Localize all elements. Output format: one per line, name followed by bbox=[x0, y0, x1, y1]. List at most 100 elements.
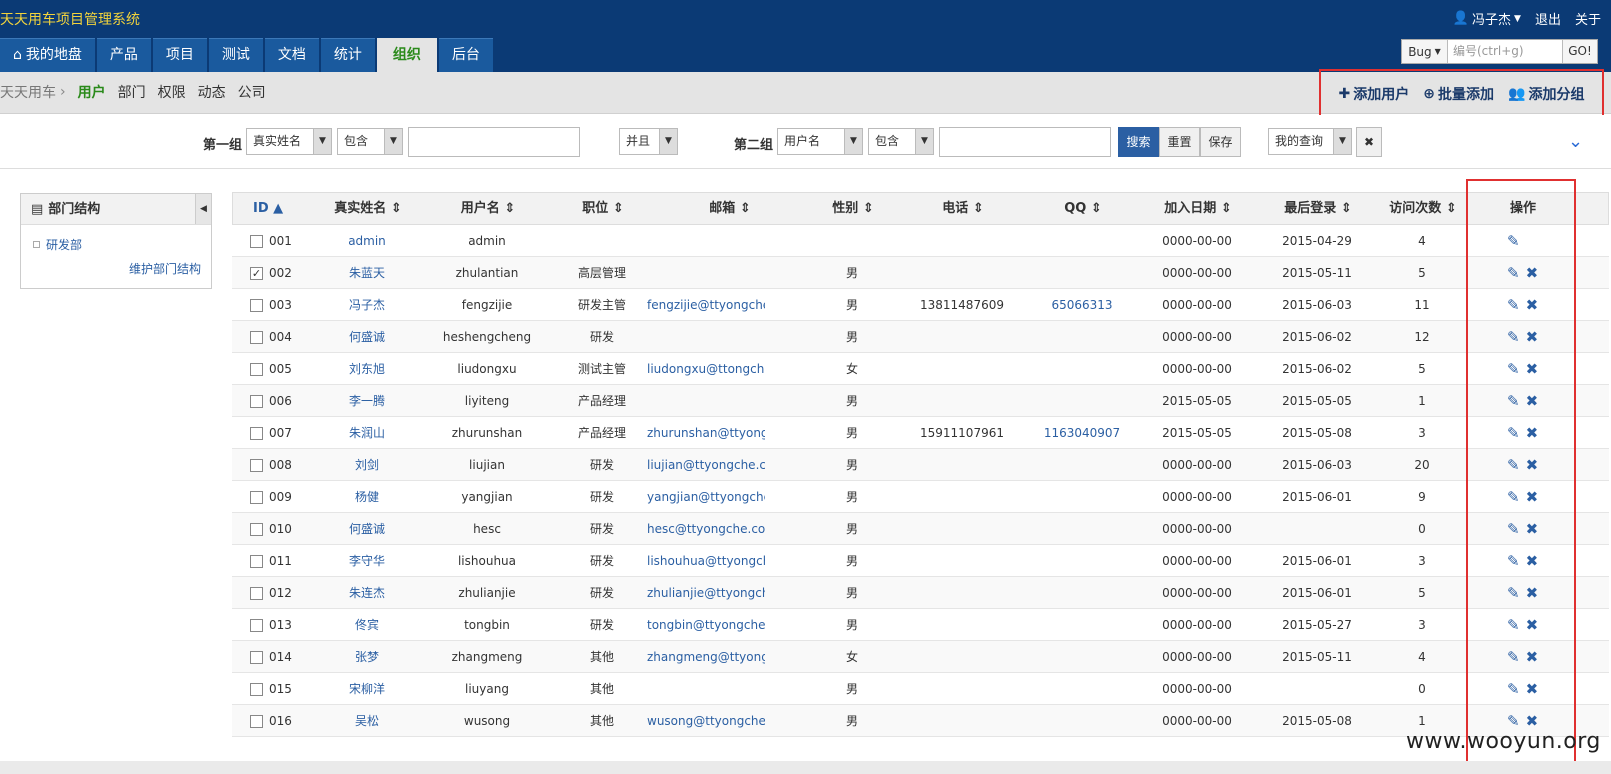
cell-realname[interactable]: 吴松 bbox=[317, 705, 417, 737]
col-header-phone[interactable]: 电话 ⇕ bbox=[903, 193, 1023, 226]
logout-link[interactable]: 退出 bbox=[1535, 9, 1561, 28]
col-header-qq[interactable]: QQ ⇕ bbox=[1033, 193, 1133, 226]
bottom-scrollbar[interactable] bbox=[0, 761, 1611, 774]
row-checkbox[interactable] bbox=[250, 523, 263, 536]
col-header-id[interactable]: ID ▲ bbox=[253, 193, 283, 226]
row-checkbox[interactable] bbox=[250, 235, 263, 248]
save-query-button[interactable]: 保存 bbox=[1200, 127, 1241, 157]
search-button[interactable]: 搜索 bbox=[1118, 127, 1159, 157]
breadcrumb-root[interactable]: 天天用车 bbox=[0, 82, 56, 102]
cell-realname[interactable]: 何盛诚 bbox=[317, 513, 417, 545]
group1-op-select[interactable]: 包含 ▼ bbox=[337, 128, 403, 155]
col-header-visits[interactable]: 访问次数 ⇕ bbox=[1383, 193, 1463, 226]
about-link[interactable]: 关于 bbox=[1575, 9, 1601, 28]
add-group-button[interactable]: 👥 添加分组 bbox=[1508, 84, 1584, 104]
subnav-item-department[interactable]: 部门 bbox=[118, 82, 146, 102]
row-checkbox[interactable] bbox=[250, 715, 263, 728]
cell-email[interactable]: liudongxu@ttongche bbox=[647, 353, 765, 385]
cell-visits: 5 bbox=[1418, 266, 1426, 280]
row-checkbox[interactable] bbox=[250, 331, 263, 344]
search-go-button[interactable]: GO! bbox=[1563, 40, 1597, 63]
row-checkbox[interactable] bbox=[250, 555, 263, 568]
cell-email[interactable]: lishouhua@ttyongch bbox=[647, 545, 765, 577]
cell-realname[interactable]: 刘剑 bbox=[317, 449, 417, 481]
row-checkbox[interactable] bbox=[250, 683, 263, 696]
cell-realname[interactable]: 刘东旭 bbox=[317, 353, 417, 385]
cell-email[interactable]: yangjian@ttyongche bbox=[647, 481, 765, 513]
app-title[interactable]: 天天用车项目管理系统 bbox=[0, 9, 140, 29]
cell-realname[interactable]: 李一腾 bbox=[317, 385, 417, 417]
cell-realname[interactable]: 朱连杰 bbox=[317, 577, 417, 609]
col-header-last-login[interactable]: 最后登录 ⇕ bbox=[1263, 193, 1373, 226]
group1-field-select[interactable]: 真实姓名 ▼ bbox=[246, 128, 332, 155]
search-type-select[interactable]: Bug ▼ bbox=[1402, 40, 1448, 63]
tab-admin[interactable]: 后台 bbox=[438, 38, 493, 72]
add-user-button[interactable]: ✚ 添加用户 bbox=[1339, 84, 1410, 104]
cell-realname[interactable]: 李守华 bbox=[317, 545, 417, 577]
subnav-item-permission[interactable]: 权限 bbox=[158, 82, 186, 102]
col-header-join-date[interactable]: 加入日期 ⇕ bbox=[1143, 193, 1253, 226]
cell-email[interactable]: liujian@ttyongche.c bbox=[647, 449, 765, 481]
cell-realname[interactable]: 何盛诚 bbox=[317, 321, 417, 353]
tab-doc[interactable]: 文档 bbox=[264, 38, 319, 72]
col-header-realname[interactable]: 真实姓名 ⇕ bbox=[318, 193, 418, 226]
cell-realname[interactable]: 佟宾 bbox=[317, 609, 417, 641]
home-icon: ⌂ bbox=[13, 47, 22, 63]
cell-email[interactable]: zhurunshan@ttyong bbox=[647, 417, 765, 449]
cell-email[interactable]: zhulianjie@ttyongch bbox=[647, 577, 765, 609]
tab-product[interactable]: 产品 bbox=[96, 38, 151, 72]
col-header-role[interactable]: 职位 ⇕ bbox=[558, 193, 648, 226]
cell-email[interactable]: fengzijie@ttyongche bbox=[647, 289, 765, 321]
reset-button[interactable]: 重置 bbox=[1159, 127, 1200, 157]
col-header-username[interactable]: 用户名 ⇕ bbox=[438, 193, 538, 226]
search-input[interactable]: 编号(ctrl+g) bbox=[1448, 40, 1563, 63]
cell-last-login: 2015-06-01 bbox=[1282, 490, 1352, 504]
cell-realname[interactable]: 张梦 bbox=[317, 641, 417, 673]
dept-tree-item[interactable]: 研发部 bbox=[33, 236, 82, 253]
tab-organization[interactable]: 组织 bbox=[376, 38, 437, 72]
cell-qq[interactable]: 65066313 bbox=[1032, 289, 1132, 321]
user-dropdown[interactable]: 👤 冯子杰 ▼ bbox=[1453, 9, 1521, 28]
row-checkbox[interactable] bbox=[250, 587, 263, 600]
col-header-email[interactable]: 邮箱 ⇕ bbox=[665, 193, 795, 226]
cell-realname[interactable]: 冯子杰 bbox=[317, 289, 417, 321]
group2-field-select[interactable]: 用户名 ▼ bbox=[777, 128, 863, 155]
cell-realname[interactable]: 朱润山 bbox=[317, 417, 417, 449]
cell-realname[interactable]: 朱蓝天 bbox=[317, 257, 417, 289]
cell-realname[interactable]: admin bbox=[317, 225, 417, 257]
subnav-item-company[interactable]: 公司 bbox=[238, 82, 266, 102]
maintain-department-link[interactable]: 维护部门结构 bbox=[129, 260, 201, 277]
cell-realname[interactable]: 杨健 bbox=[317, 481, 417, 513]
logic-select[interactable]: 并且 ▼ bbox=[619, 128, 678, 155]
subnav-item-activity[interactable]: 动态 bbox=[198, 82, 226, 102]
cell-realname[interactable]: 宋柳洋 bbox=[317, 673, 417, 705]
cell-email[interactable]: zhangmeng@ttyong bbox=[647, 641, 765, 673]
collapse-left-icon[interactable]: ◀ bbox=[195, 194, 211, 224]
cell-email[interactable]: hesc@ttyongche.co bbox=[647, 513, 765, 545]
group2-value-input[interactable] bbox=[939, 127, 1111, 157]
tab-stats[interactable]: 统计 bbox=[320, 38, 375, 72]
delete-query-button[interactable]: ✖ bbox=[1356, 127, 1382, 157]
row-checkbox[interactable] bbox=[250, 395, 263, 408]
batch-add-button[interactable]: ⊕ 批量添加 bbox=[1423, 84, 1494, 104]
double-chevron-down-icon[interactable]: ⌄ bbox=[1568, 131, 1583, 152]
col-header-sex[interactable]: 性别 ⇕ bbox=[818, 193, 888, 226]
subnav-item-users[interactable]: 用户 bbox=[78, 82, 106, 102]
row-checkbox[interactable] bbox=[250, 651, 263, 664]
row-checkbox[interactable] bbox=[250, 299, 263, 312]
row-checkbox[interactable] bbox=[250, 619, 263, 632]
row-checkbox[interactable] bbox=[250, 427, 263, 440]
cell-email[interactable]: tongbin@ttyongche. bbox=[647, 609, 765, 641]
my-query-select[interactable]: 我的查询 ▼ bbox=[1268, 128, 1352, 155]
group2-op-select[interactable]: 包含 ▼ bbox=[868, 128, 934, 155]
group1-value-input[interactable] bbox=[408, 127, 580, 157]
tab-test[interactable]: 测试 bbox=[208, 38, 263, 72]
row-checkbox[interactable] bbox=[250, 459, 263, 472]
row-checkbox[interactable] bbox=[250, 491, 263, 504]
tab-project[interactable]: 项目 bbox=[152, 38, 207, 72]
cell-email[interactable]: wusong@ttyongche bbox=[647, 705, 765, 737]
row-checkbox[interactable] bbox=[250, 363, 263, 376]
tab-my-dashboard[interactable]: ⌂ 我的地盘 bbox=[0, 38, 95, 72]
row-checkbox[interactable]: ✓ bbox=[250, 267, 263, 280]
cell-qq[interactable]: 1163040907 bbox=[1032, 417, 1132, 449]
